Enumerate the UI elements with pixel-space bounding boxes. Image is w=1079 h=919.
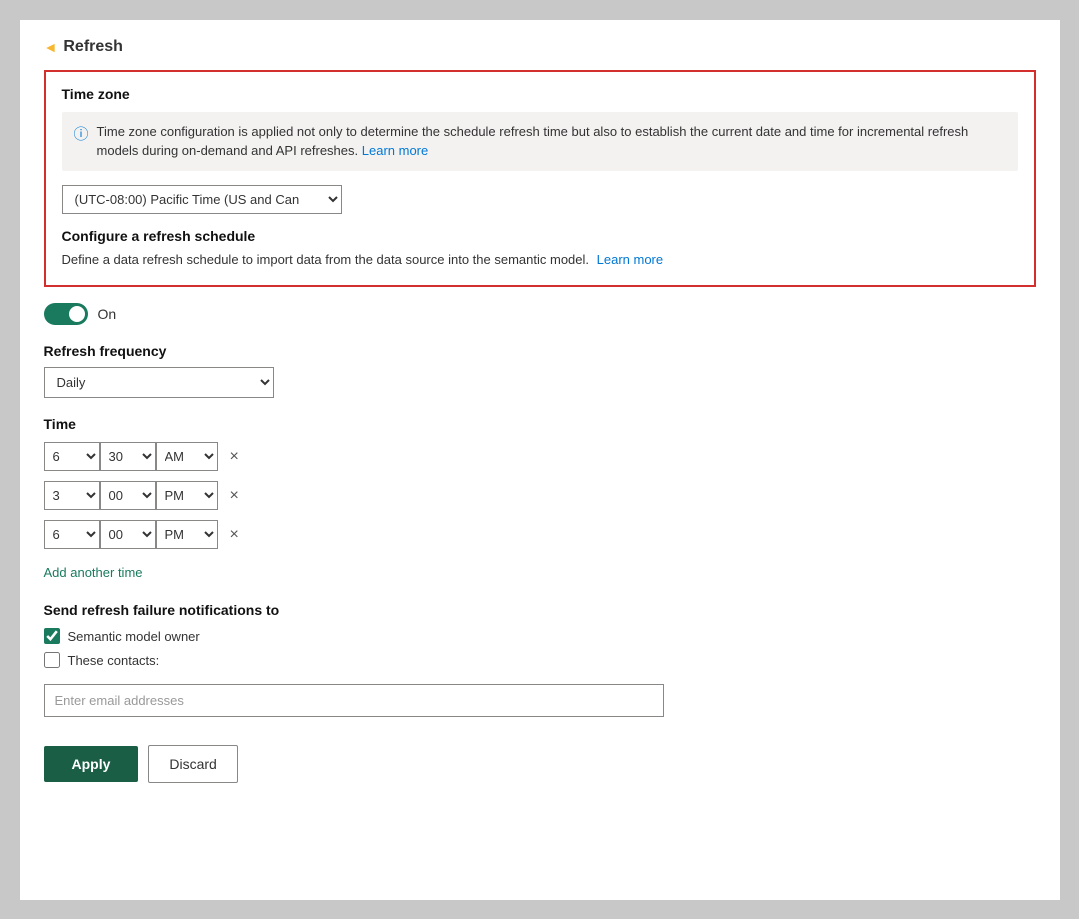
time-label: Time xyxy=(44,416,1036,432)
configure-learn-more-link[interactable]: Learn more xyxy=(597,252,663,267)
button-row: Apply Discard xyxy=(44,745,1036,783)
triangle-icon: ◄ xyxy=(44,39,58,55)
configure-description-text: Define a data refresh schedule to import… xyxy=(62,252,590,267)
time-row-1: 6 30 AM PM × xyxy=(44,442,1036,471)
discard-button[interactable]: Discard xyxy=(148,745,237,783)
ampm-select-3[interactable]: AM PM xyxy=(156,520,218,549)
toggle-knob xyxy=(69,306,85,322)
contacts-checkbox[interactable] xyxy=(44,652,60,668)
minute-select-1[interactable]: 30 xyxy=(100,442,156,471)
remove-time-3-button[interactable]: × xyxy=(226,525,243,545)
checkbox-row-contacts: These contacts: xyxy=(44,652,1036,668)
apply-button[interactable]: Apply xyxy=(44,746,139,782)
toggle-label: On xyxy=(98,306,117,322)
remove-time-2-button[interactable]: × xyxy=(226,486,243,506)
refresh-frequency-label: Refresh frequency xyxy=(44,343,1036,359)
frequency-select[interactable]: Daily Weekly xyxy=(44,367,274,398)
minute-select-2[interactable]: 00 xyxy=(100,481,156,510)
owner-checkbox[interactable] xyxy=(44,628,60,644)
info-text-content: Time zone configuration is applied not o… xyxy=(97,124,969,159)
configure-title: Configure a refresh schedule xyxy=(62,228,1018,244)
time-row-2: 3 00 AM PM × xyxy=(44,481,1036,510)
timezone-select[interactable]: (UTC-08:00) Pacific Time (US and Can xyxy=(62,185,342,214)
add-another-time-link[interactable]: Add another time xyxy=(44,565,143,580)
info-text: Time zone configuration is applied not o… xyxy=(97,122,1006,161)
hour-select-1[interactable]: 6 xyxy=(44,442,100,471)
configure-desc: Define a data refresh schedule to import… xyxy=(62,250,1018,270)
timezone-config-section: Time zone ⓘ Time zone configuration is a… xyxy=(44,70,1036,288)
page-title-text: Refresh xyxy=(63,38,123,56)
info-box: ⓘ Time zone configuration is applied not… xyxy=(62,112,1018,171)
email-input[interactable] xyxy=(44,684,664,717)
minute-select-3[interactable]: 00 xyxy=(100,520,156,549)
ampm-select-2[interactable]: AM PM xyxy=(156,481,218,510)
toggle-switch[interactable] xyxy=(44,303,88,325)
info-icon: ⓘ xyxy=(74,123,89,144)
hour-select-3[interactable]: 6 xyxy=(44,520,100,549)
timezone-learn-more-link[interactable]: Learn more xyxy=(362,143,428,158)
page-title: ◄ Refresh xyxy=(44,38,1036,56)
ampm-select-1[interactable]: AM PM xyxy=(156,442,218,471)
time-row-3: 6 00 AM PM × xyxy=(44,520,1036,549)
owner-checkbox-label: Semantic model owner xyxy=(68,629,200,644)
timezone-title: Time zone xyxy=(62,86,1018,102)
remove-time-1-button[interactable]: × xyxy=(226,447,243,467)
contacts-checkbox-label: These contacts: xyxy=(68,653,160,668)
main-panel: ◄ Refresh Time zone ⓘ Time zone configur… xyxy=(20,20,1060,900)
hour-select-2[interactable]: 3 xyxy=(44,481,100,510)
notifications-title: Send refresh failure notifications to xyxy=(44,602,1036,618)
toggle-row: On xyxy=(44,303,1036,325)
checkbox-row-owner: Semantic model owner xyxy=(44,628,1036,644)
